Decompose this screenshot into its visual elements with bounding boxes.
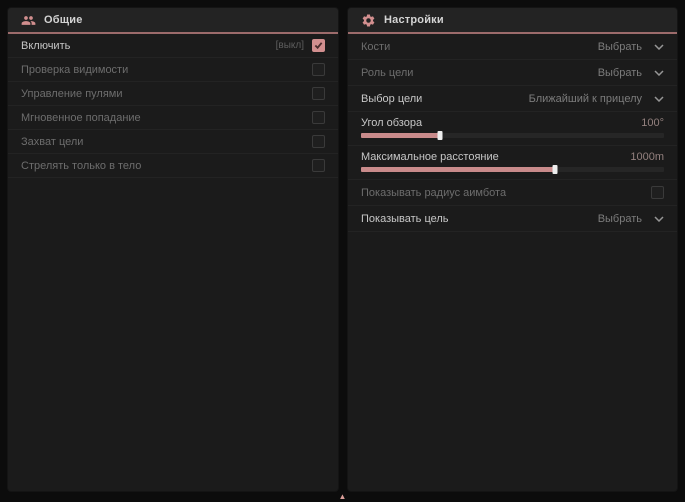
slider-track[interactable] bbox=[361, 167, 664, 172]
dropdown[interactable]: Ближайший к прицелу bbox=[529, 91, 664, 107]
row-label: Включить bbox=[21, 40, 70, 52]
slider-thumb[interactable] bbox=[437, 131, 442, 140]
dropdown-row: Показывать цель Выбрать bbox=[348, 206, 677, 232]
checkbox-row: Захват цели bbox=[8, 130, 338, 154]
slider-value: 100° bbox=[641, 117, 664, 129]
dropdown-value: Выбрать bbox=[598, 41, 642, 53]
hotkey-label: [выкл] bbox=[276, 40, 304, 51]
settings-panel: Настройки Кости Выбрать Роль цели Выбрать Вы… bbox=[348, 8, 677, 491]
chevron-down-icon bbox=[654, 70, 664, 76]
slider-thumb[interactable] bbox=[552, 165, 557, 174]
dropdown[interactable]: Выбрать bbox=[598, 211, 664, 227]
checkbox-row: Мгновенное попадание bbox=[8, 106, 338, 130]
slider-row: Максимальное расстояние 1000m bbox=[348, 146, 677, 180]
checkbox[interactable] bbox=[312, 111, 325, 124]
dropdown-row: Роль цели Выбрать bbox=[348, 60, 677, 86]
slider-label: Угол обзора bbox=[361, 117, 422, 129]
slider-label: Максимальное расстояние bbox=[361, 151, 499, 163]
checkbox[interactable] bbox=[312, 39, 325, 52]
chevron-down-icon bbox=[654, 96, 664, 102]
checkbox[interactable] bbox=[312, 63, 325, 76]
row-label: Выбор цели bbox=[361, 93, 422, 105]
checkbox[interactable] bbox=[312, 135, 325, 148]
slider-fill bbox=[361, 133, 440, 138]
general-panel: Общие Включить [выкл] Проверка видимости Уп… bbox=[8, 8, 338, 491]
row-label: Роль цели bbox=[361, 67, 413, 79]
checkbox-row: Показывать радиус аимбота bbox=[348, 180, 677, 206]
dropdown[interactable]: Выбрать bbox=[598, 65, 664, 81]
general-panel-title: Общие bbox=[44, 14, 83, 26]
gear-icon bbox=[361, 13, 376, 28]
row-label: Показывать цель bbox=[361, 213, 449, 225]
chevron-down-icon bbox=[654, 44, 664, 50]
settings-panel-title: Настройки bbox=[384, 14, 444, 26]
row-label: Стрелять только в тело bbox=[21, 160, 141, 172]
dropdown-value: Выбрать bbox=[598, 67, 642, 79]
chevron-down-icon bbox=[654, 216, 664, 222]
row-label: Кости bbox=[361, 41, 390, 53]
dropdown-row: Кости Выбрать bbox=[348, 34, 677, 60]
dropdown-value: Ближайший к прицелу bbox=[529, 93, 642, 105]
slider-track[interactable] bbox=[361, 133, 664, 138]
users-icon bbox=[21, 13, 36, 28]
general-panel-header: Общие bbox=[8, 8, 338, 34]
checkbox[interactable] bbox=[651, 186, 664, 199]
row-label: Мгновенное попадание bbox=[21, 112, 141, 124]
slider-value: 1000m bbox=[630, 151, 664, 163]
scroll-up-indicator[interactable]: ▲ bbox=[339, 493, 347, 501]
settings-panel-header: Настройки bbox=[348, 8, 677, 34]
checkbox[interactable] bbox=[312, 87, 325, 100]
checkbox-row: Управление пулями bbox=[8, 82, 338, 106]
dropdown-value: Выбрать bbox=[598, 213, 642, 225]
checkbox-row: Включить [выкл] bbox=[8, 34, 338, 58]
dropdown-row: Выбор цели Ближайший к прицелу bbox=[348, 86, 677, 112]
row-label: Показывать радиус аимбота bbox=[361, 187, 506, 199]
dropdown[interactable]: Выбрать bbox=[598, 39, 664, 55]
checkbox-row: Стрелять только в тело bbox=[8, 154, 338, 178]
checkbox[interactable] bbox=[312, 159, 325, 172]
slider-row: Угол обзора 100° bbox=[348, 112, 677, 146]
slider-fill bbox=[361, 167, 555, 172]
row-label: Захват цели bbox=[21, 136, 83, 148]
checkbox-row: Проверка видимости bbox=[8, 58, 338, 82]
row-label: Проверка видимости bbox=[21, 64, 128, 76]
row-label: Управление пулями bbox=[21, 88, 123, 100]
